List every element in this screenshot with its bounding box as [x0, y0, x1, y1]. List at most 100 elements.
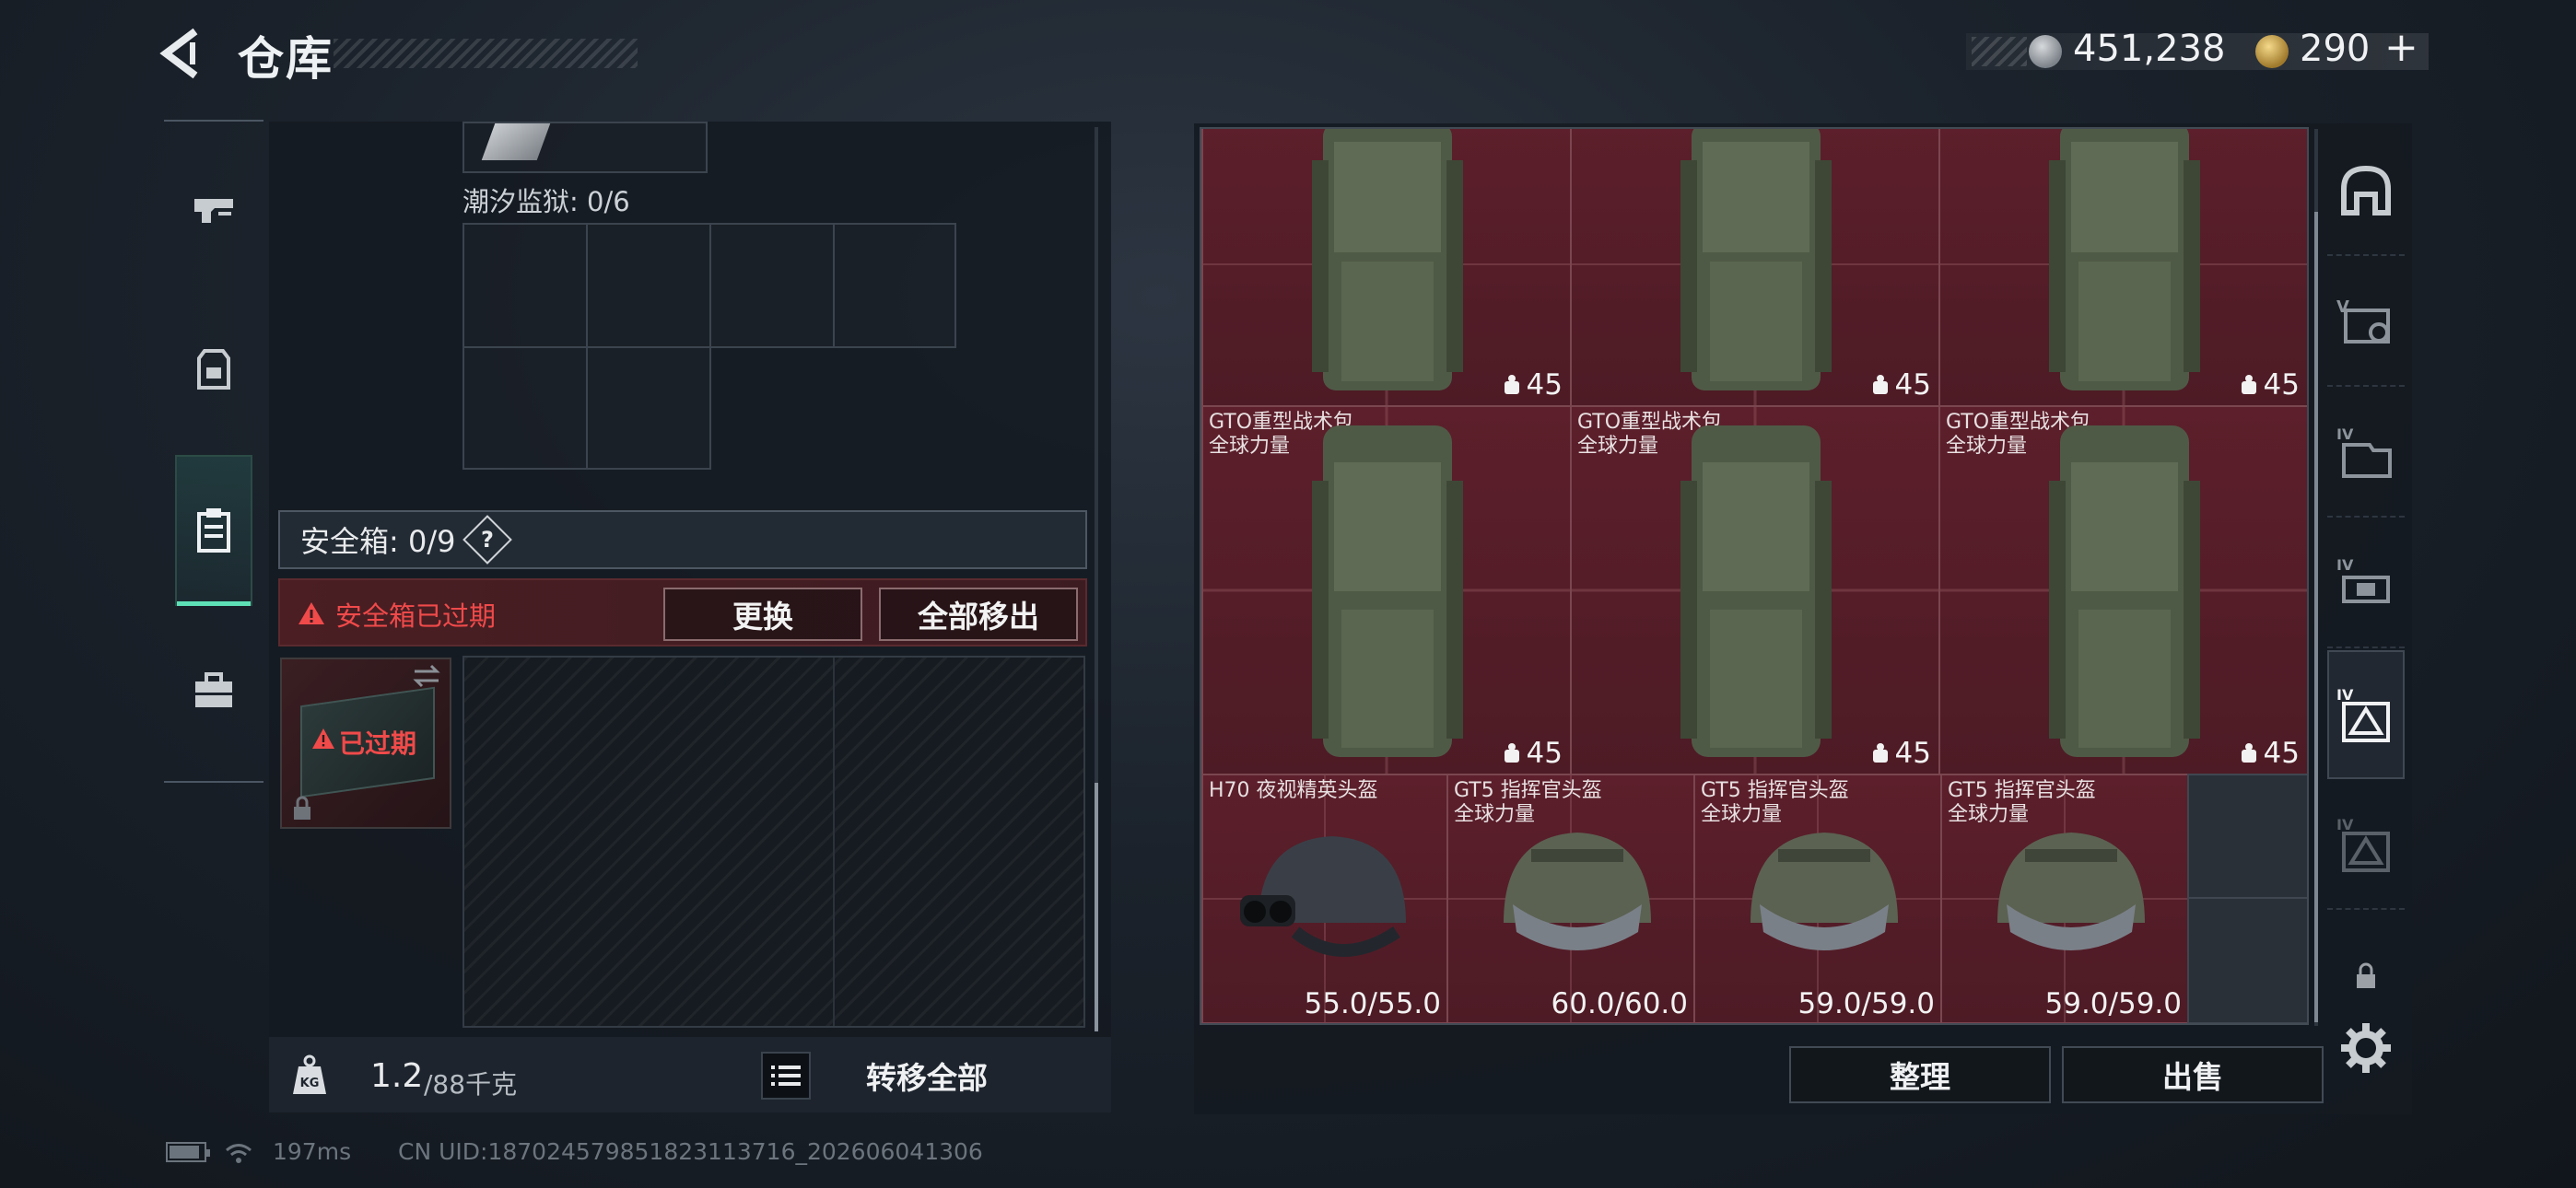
grid-slot[interactable]	[586, 223, 711, 348]
slot-backpack[interactable]: IV	[2327, 389, 2405, 518]
silver-coin-icon	[2029, 35, 2062, 68]
capacity-badge: 45	[1871, 737, 1931, 770]
backpack-image	[1680, 129, 1832, 390]
gold-coin-amount: 290	[2300, 28, 2371, 70]
rig-iv-icon: IV	[2336, 556, 2390, 603]
capacity-badge: 45	[1871, 368, 1931, 402]
capacity-icon	[2241, 743, 2256, 763]
transfer-all-button[interactable]: 转移全部	[866, 1054, 988, 1098]
capacity-badge: 45	[2240, 368, 2300, 402]
backpack-image	[1312, 129, 1463, 390]
slot-safe-box-2[interactable]: IV	[2327, 781, 2405, 910]
back-arrow-icon	[159, 28, 198, 79]
helmet-slot-icon	[2341, 165, 2391, 215]
move-all-out-button[interactable]: 全部移出	[879, 588, 1078, 641]
helmet-image	[1997, 833, 2145, 950]
capacity-value: 45	[1526, 368, 1563, 402]
prison-container-label: 潮汐监狱: 0/6	[463, 186, 630, 217]
backpack-icon	[197, 349, 230, 390]
rail-tab-gear[interactable]	[164, 304, 263, 433]
empty-slot[interactable]	[2187, 897, 2307, 1023]
svg-text:IV: IV	[2336, 425, 2354, 443]
pistol-icon	[194, 199, 233, 223]
swap-icon[interactable]	[411, 663, 442, 689]
weight-max: /88千克	[424, 1069, 518, 1100]
capacity-badge: 45	[2240, 737, 2300, 770]
weight-current: 1.2	[370, 1057, 424, 1095]
backpack-iv-icon: IV	[2336, 425, 2392, 478]
help-icon: ?	[481, 526, 495, 553]
helmet-image	[1504, 833, 1651, 950]
rail-tab-weapons[interactable]	[164, 147, 263, 276]
rail-divider-bottom	[164, 781, 263, 783]
sort-button[interactable]: 整理	[1789, 1046, 2051, 1103]
gear-icon	[2341, 1023, 2391, 1073]
capacity-icon	[1504, 375, 1519, 394]
svg-text:KG: KG	[300, 1077, 320, 1090]
item-name: H70 夜视精英头盔	[1209, 779, 1378, 802]
expired-notice-text: 安全箱已过期	[335, 600, 497, 632]
add-currency-button[interactable]: +	[2384, 24, 2418, 71]
list-view-button[interactable]	[761, 1052, 811, 1100]
grid-divider	[833, 658, 835, 1026]
helmet-item[interactable]: H70 夜视精英头盔 55.0/55.0	[1201, 774, 1448, 1023]
inventory-grid: 45 45 45 GTO重型战术包 全球力量 45 GTO重型战术包 全球力量 …	[1200, 127, 2309, 1025]
weight-icon: KG	[293, 1054, 326, 1094]
backpack-item[interactable]: GTO重型战术包 全球力量 45	[1201, 405, 1572, 775]
page-title: 仓库	[238, 32, 334, 86]
safe-iv-icon: IV	[2336, 686, 2390, 742]
ping-value: 197ms	[273, 1138, 352, 1165]
battery-level	[170, 1146, 199, 1159]
safe-box-label: 安全箱: 0/9	[300, 524, 456, 559]
right-scroll-thumb[interactable]	[2314, 212, 2318, 1022]
backpack-image	[1680, 425, 1832, 757]
capacity-icon	[1872, 375, 1888, 394]
durability-value: 60.0/60.0	[1551, 987, 1689, 1020]
slot-armor[interactable]: V	[2327, 258, 2405, 387]
replace-button[interactable]: 更换	[663, 588, 862, 641]
help-button[interactable]: ?	[463, 515, 513, 565]
durability-value: 55.0/55.0	[1304, 987, 1442, 1020]
svg-text:IV: IV	[2336, 816, 2354, 833]
grid-slot[interactable]	[709, 223, 835, 348]
helmet-item[interactable]: GT5 指挥官头盔 全球力量 59.0/59.0	[1940, 774, 2189, 1023]
uid-text: CN UID:1870245798518231137​16_2026060413…	[398, 1138, 983, 1165]
armor-v-icon: V	[2336, 297, 2390, 344]
item-slot-partial[interactable]	[463, 122, 708, 173]
silver-coin-amount: 451,238	[2073, 28, 2226, 70]
grid-slot[interactable]	[586, 346, 711, 470]
capacity-badge: 45	[1503, 737, 1563, 770]
helmet-item[interactable]: GT5 指挥官头盔 全球力量 59.0/59.0	[1693, 774, 1942, 1023]
settings-button[interactable]	[2327, 984, 2405, 1112]
empty-slot[interactable]	[2187, 774, 2307, 899]
capacity-value: 45	[1526, 737, 1563, 770]
backpack-item[interactable]: GTO重型战术包 全球力量 45	[1570, 405, 1940, 775]
svg-text:IV: IV	[2336, 686, 2354, 704]
currency-decoration	[1972, 37, 2027, 66]
back-button[interactable]	[158, 26, 214, 81]
rail-tab-storage[interactable]	[175, 455, 252, 606]
helmet-item[interactable]: GT5 指挥官头盔 全球力量 60.0/60.0	[1446, 774, 1695, 1023]
capacity-badge: 45	[1503, 368, 1563, 402]
clipboard-icon	[197, 508, 230, 553]
grid-slot[interactable]	[463, 223, 588, 348]
item-name: GT5 指挥官头盔	[1454, 779, 1602, 802]
safe-box-header: 安全箱: 0/9 ?	[278, 510, 1087, 569]
sell-button[interactable]: 出售	[2062, 1046, 2324, 1103]
helmet-image	[1240, 836, 1406, 957]
rail-tab-cases[interactable]	[164, 626, 263, 755]
left-scroll-thumb[interactable]	[1095, 783, 1098, 1031]
backpack-item[interactable]: 45	[1938, 129, 2307, 407]
slot-rig[interactable]: IV	[2327, 519, 2405, 648]
grid-slot[interactable]	[463, 346, 588, 470]
capacity-value: 45	[2263, 368, 2300, 402]
grid-slot[interactable]	[833, 223, 956, 348]
slot-helmet[interactable]	[2327, 127, 2405, 256]
warning-icon	[312, 728, 334, 749]
backpack-item[interactable]: GTO重型战术包 全球力量 45	[1938, 405, 2307, 775]
backpack-item[interactable]: 45	[1570, 129, 1940, 407]
slot-safe-box[interactable]: IV	[2327, 650, 2405, 779]
backpack-item[interactable]: 45	[1201, 129, 1572, 407]
safe-iv-dim-icon: IV	[2336, 816, 2390, 872]
capacity-icon	[1504, 743, 1519, 763]
